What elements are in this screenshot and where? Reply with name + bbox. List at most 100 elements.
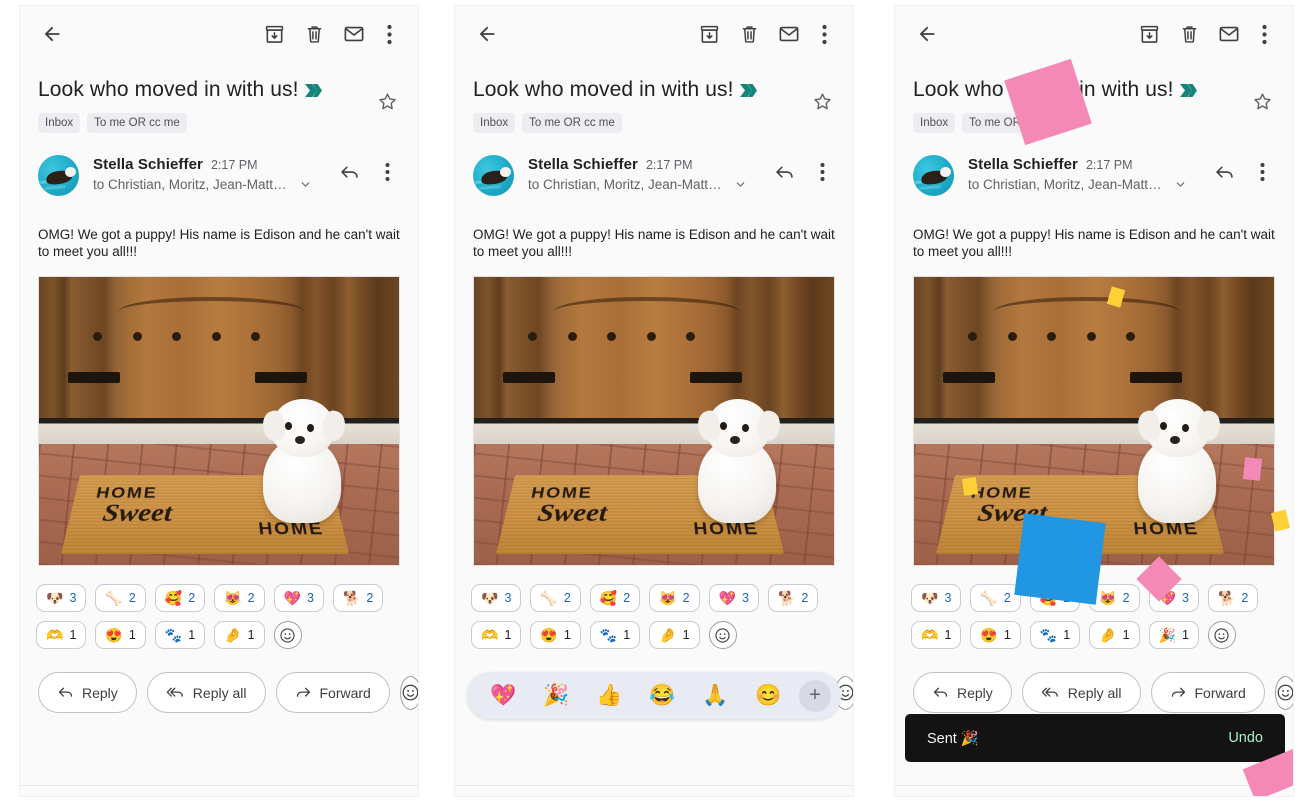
delete-trash-icon[interactable] bbox=[294, 14, 334, 54]
smiling-cat-heart-eyes-reaction[interactable]: 😻 2 bbox=[214, 584, 265, 612]
pinched-fingers-reaction[interactable]: 🤌 1 bbox=[214, 621, 265, 649]
smiling-face-with-hearts-reaction[interactable]: 🥰 2 bbox=[1029, 584, 1081, 612]
bone-reaction[interactable]: 🦴 2 bbox=[530, 584, 581, 612]
forward-button[interactable]: Forward bbox=[275, 672, 390, 713]
add-reaction-action-button[interactable] bbox=[1274, 675, 1293, 710]
sparkling-heart-reaction[interactable]: 💖 3 bbox=[273, 584, 324, 612]
bone-reaction[interactable]: 🦴 2 bbox=[970, 584, 1021, 612]
mark-unread-envelope-icon[interactable] bbox=[334, 14, 374, 54]
delete-trash-icon[interactable] bbox=[729, 14, 769, 54]
undo-button[interactable]: Undo bbox=[1228, 730, 1263, 746]
message-more-vertical-icon[interactable] bbox=[370, 155, 404, 189]
smiling-cat-heart-eyes-reaction[interactable]: 😻 2 bbox=[649, 584, 700, 612]
reaction-count: 1 bbox=[247, 628, 255, 642]
add-reaction-action-button[interactable] bbox=[399, 675, 418, 710]
avatar[interactable] bbox=[473, 155, 514, 196]
smiling-face-with-hearts-reaction[interactable]: 🥰 2 bbox=[589, 584, 641, 612]
label-chip-inbox[interactable]: Inbox bbox=[473, 113, 516, 133]
puppy-doormat-photo[interactable]: HOME Sweet HOME bbox=[38, 276, 400, 566]
add-reaction-button[interactable] bbox=[1207, 621, 1236, 649]
mark-unread-envelope-icon[interactable] bbox=[1209, 14, 1249, 54]
emoji-quick-picker[interactable]: 💖 🎉 👍 😂 🙏 😊 + bbox=[467, 672, 841, 719]
thumbs-up-emoji-option[interactable]: 👍 bbox=[583, 685, 636, 706]
chevron-down-icon[interactable] bbox=[299, 178, 312, 191]
party-popper-icon: 🎉 bbox=[1158, 627, 1176, 643]
smiling-face-emoji-option[interactable]: 😊 bbox=[742, 685, 795, 706]
more-vertical-icon[interactable] bbox=[809, 14, 839, 54]
smiling-cat-heart-eyes-reaction[interactable]: 😻 2 bbox=[1089, 584, 1140, 612]
reply-button[interactable]: Reply bbox=[913, 672, 1012, 713]
sparkling-heart-icon: 💖 bbox=[283, 590, 301, 606]
archive-icon[interactable] bbox=[254, 14, 294, 54]
paw-prints-reaction[interactable]: 🐾 1 bbox=[589, 621, 641, 649]
mark-unread-envelope-icon[interactable] bbox=[769, 14, 809, 54]
chevron-down-icon[interactable] bbox=[1174, 178, 1187, 191]
paw-prints-reaction[interactable]: 🐾 1 bbox=[1029, 621, 1081, 649]
reply-all-button[interactable]: Reply all bbox=[146, 672, 266, 713]
archive-icon[interactable] bbox=[689, 14, 729, 54]
pinched-fingers-reaction[interactable]: 🤌 1 bbox=[649, 621, 700, 649]
email-toolbar bbox=[895, 6, 1293, 62]
sparkling-heart-emoji-option[interactable]: 💖 bbox=[477, 685, 530, 706]
sparkling-heart-reaction[interactable]: 💖 3 bbox=[708, 584, 759, 612]
back-arrow-icon[interactable] bbox=[32, 14, 72, 54]
message-more-vertical-icon[interactable] bbox=[805, 155, 839, 189]
delete-trash-icon[interactable] bbox=[1169, 14, 1209, 54]
chevron-down-icon[interactable] bbox=[734, 178, 747, 191]
puppy-doormat-photo[interactable]: HOME Sweet HOME bbox=[913, 276, 1275, 566]
forward-button[interactable]: Forward bbox=[1150, 672, 1265, 713]
smiling-face-with-hearts-reaction[interactable]: 🥰 2 bbox=[154, 584, 206, 612]
puppy-figure bbox=[257, 395, 349, 524]
more-vertical-icon[interactable] bbox=[1249, 14, 1279, 54]
star-outline-icon[interactable] bbox=[370, 84, 404, 118]
sparkling-heart-reaction[interactable]: 💖 3 bbox=[1148, 584, 1199, 612]
star-outline-icon[interactable] bbox=[1245, 84, 1279, 118]
more-emoji-button[interactable]: + bbox=[799, 679, 831, 712]
reply-arrow-icon[interactable] bbox=[332, 155, 366, 189]
puppy-doormat-photo[interactable]: HOME Sweet HOME bbox=[473, 276, 835, 566]
dog-reaction[interactable]: 🐕 2 bbox=[767, 584, 819, 612]
paw-prints-reaction[interactable]: 🐾 1 bbox=[154, 621, 206, 649]
star-outline-icon[interactable] bbox=[805, 84, 839, 118]
heart-eyes-reaction[interactable]: 😍 1 bbox=[95, 621, 146, 649]
add-reaction-button[interactable] bbox=[273, 621, 302, 649]
back-arrow-icon[interactable] bbox=[907, 14, 947, 54]
bone-reaction[interactable]: 🦴 2 bbox=[95, 584, 146, 612]
message-more-vertical-icon[interactable] bbox=[1245, 155, 1279, 189]
avatar[interactable] bbox=[913, 155, 954, 196]
archive-icon[interactable] bbox=[1129, 14, 1169, 54]
add-reaction-button[interactable] bbox=[708, 621, 737, 649]
label-chip-filter[interactable]: To me OR cc me bbox=[962, 113, 1062, 133]
heart-hands-reaction[interactable]: 🫶 1 bbox=[36, 621, 87, 649]
dog-reaction[interactable]: 🐕 2 bbox=[332, 584, 384, 612]
panel-bottom-divider bbox=[20, 785, 418, 786]
label-chip-inbox[interactable]: Inbox bbox=[913, 113, 956, 133]
heart-hands-reaction[interactable]: 🫶 1 bbox=[911, 621, 962, 649]
label-chip-filter[interactable]: To me OR cc me bbox=[87, 113, 187, 133]
reply-all-button[interactable]: Reply all bbox=[1021, 672, 1141, 713]
avatar[interactable] bbox=[38, 155, 79, 196]
face-with-tears-of-joy-emoji-option[interactable]: 😂 bbox=[636, 685, 689, 706]
heart-eyes-reaction[interactable]: 😍 1 bbox=[970, 621, 1021, 649]
pinched-fingers-reaction[interactable]: 🤌 1 bbox=[1089, 621, 1140, 649]
party-popper-reaction[interactable]: 🎉 1 bbox=[1148, 621, 1199, 649]
party-popper-emoji-option[interactable]: 🎉 bbox=[530, 685, 583, 706]
email-panel-default: Look who moved in with us! Inbox To me O… bbox=[20, 6, 418, 796]
heart-hands-reaction[interactable]: 🫶 1 bbox=[471, 621, 522, 649]
back-arrow-icon[interactable] bbox=[467, 14, 507, 54]
dog-face-reaction[interactable]: 🐶 3 bbox=[911, 584, 962, 612]
reply-arrow-icon[interactable] bbox=[1207, 155, 1241, 189]
heart-eyes-reaction[interactable]: 😍 1 bbox=[530, 621, 581, 649]
recipients-summary: to Christian, Moritz, Jean-Matthi... bbox=[968, 177, 1168, 192]
email-panel-emoji-picker-open: Look who moved in with us! Inbox To me O… bbox=[455, 6, 853, 796]
dog-face-reaction[interactable]: 🐶 3 bbox=[471, 584, 522, 612]
more-vertical-icon[interactable] bbox=[374, 14, 404, 54]
dog-reaction[interactable]: 🐕 2 bbox=[1207, 584, 1259, 612]
label-chip-filter[interactable]: To me OR cc me bbox=[522, 113, 622, 133]
label-chip-inbox[interactable]: Inbox bbox=[38, 113, 81, 133]
reply-button[interactable]: Reply bbox=[38, 672, 137, 713]
folded-hands-emoji-option[interactable]: 🙏 bbox=[689, 685, 742, 706]
reply-arrow-icon[interactable] bbox=[767, 155, 801, 189]
attachment-image-wrap: HOME Sweet HOME bbox=[20, 260, 418, 566]
dog-face-reaction[interactable]: 🐶 3 bbox=[36, 584, 87, 612]
